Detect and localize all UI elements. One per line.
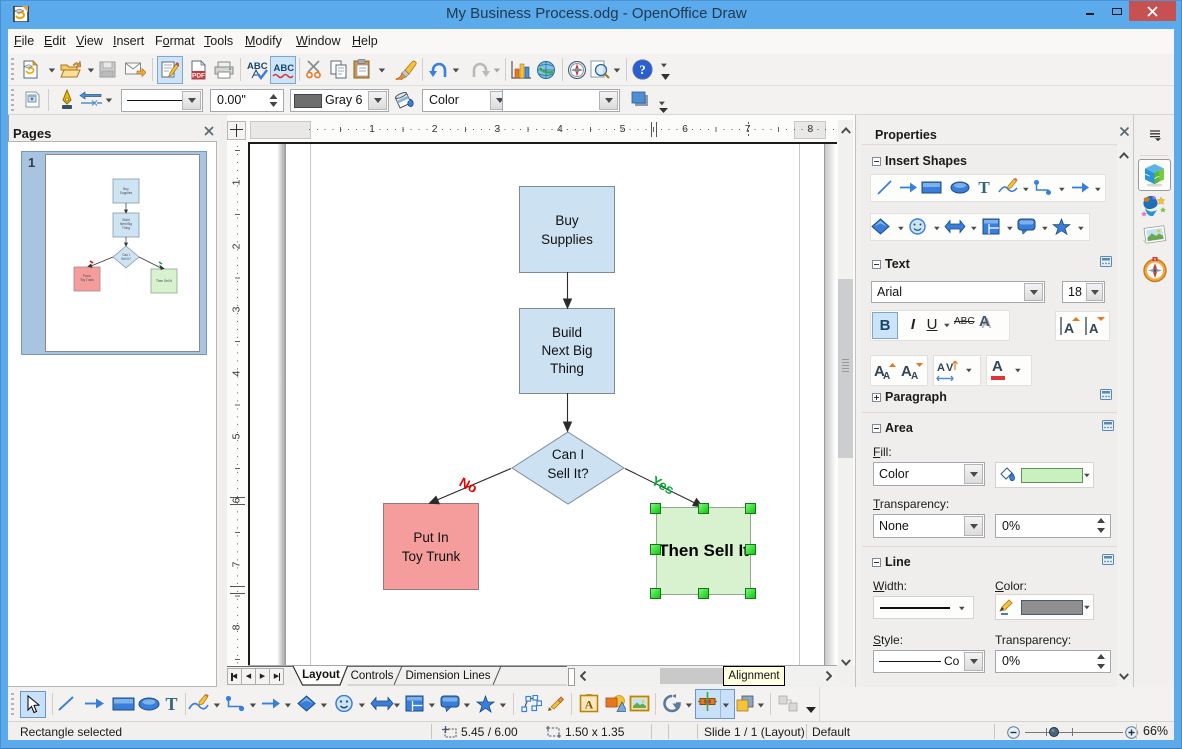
svg-text:Supplies: Supplies (120, 191, 133, 195)
svg-text:ABC: ABC (274, 63, 295, 74)
svg-text:Toy Trunk: Toy Trunk (80, 278, 94, 282)
svg-text:Thing: Thing (122, 226, 130, 230)
svg-text:A: A (1064, 320, 1074, 336)
svg-text:PDF: PDF (192, 73, 205, 80)
svg-text:A: A (883, 371, 890, 381)
svg-text:Sell It?: Sell It? (121, 257, 131, 261)
svg-text:T: T (978, 178, 990, 196)
svg-text:A: A (1089, 321, 1099, 336)
svg-text:ABC: ABC (247, 61, 268, 72)
svg-text:Then Sell It: Then Sell It (156, 279, 172, 283)
svg-text:?: ? (639, 62, 646, 77)
svg-text:A: A (937, 362, 945, 374)
svg-text:A: A (911, 371, 918, 381)
svg-text:A: A (585, 698, 594, 712)
svg-text:T: T (165, 694, 177, 713)
